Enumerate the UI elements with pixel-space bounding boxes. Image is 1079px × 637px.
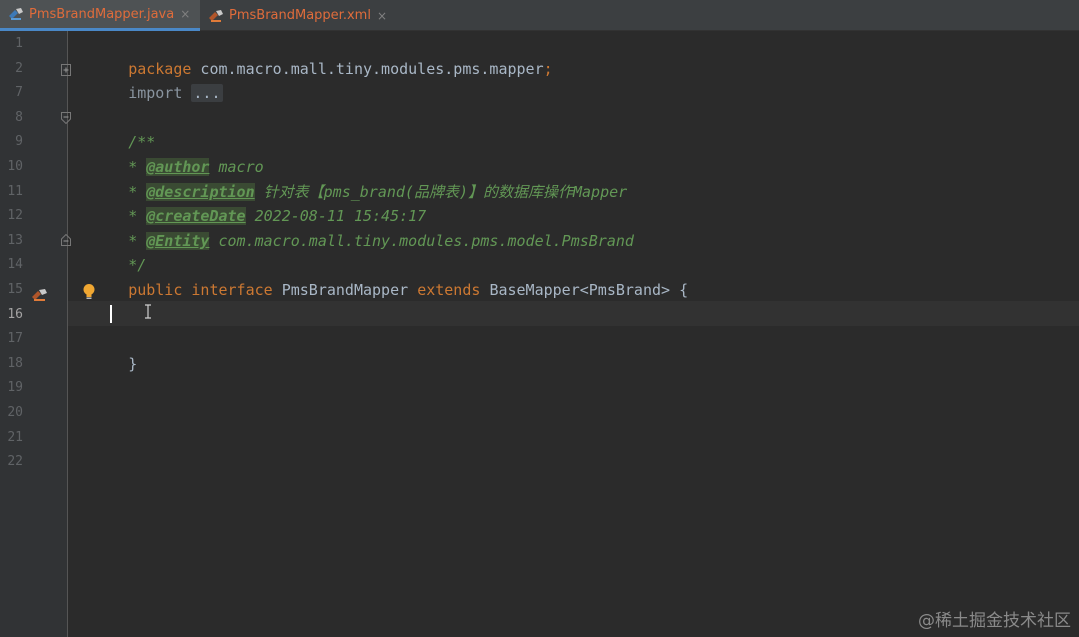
line-number: 19	[7, 380, 23, 396]
code-line-12[interactable]: * @Entity com.macro.mall.tiny.modules.pm…	[74, 204, 634, 250]
folded-imports[interactable]: ...	[191, 84, 223, 103]
code-line-9[interactable]: * @author macro	[74, 130, 264, 176]
ide-window: PmsBrandMapper.java × PmsBrandMapper.xml…	[0, 0, 1079, 637]
text-caret	[110, 305, 112, 323]
line-number: 2	[15, 60, 23, 76]
line-number: 8	[15, 109, 23, 125]
keyword-interface: interface	[191, 280, 273, 299]
current-line-highlight	[68, 301, 1079, 326]
code-line-11[interactable]: * @createDate 2022-08-11 15:45:17	[74, 180, 426, 226]
tab-label: PmsBrandMapper.xml	[229, 8, 371, 23]
close-icon[interactable]: ×	[377, 9, 387, 23]
line-number: 22	[7, 454, 23, 470]
keyword-public: public	[128, 280, 183, 299]
import-keyword: import	[128, 84, 183, 103]
code-line-1[interactable]: package com.macro.mall.tiny.modules.pms.…	[74, 32, 552, 78]
line-number: 9	[15, 134, 23, 150]
tab-label: PmsBrandMapper.java	[29, 6, 175, 22]
package-name: com.macro.mall.tiny.modules.pms.mapper	[191, 59, 544, 78]
line-number: 10	[7, 159, 23, 174]
closing-brace: }	[128, 354, 138, 373]
code-editor[interactable]: package com.macro.mall.tiny.modules.pms.…	[68, 31, 1079, 637]
base-type: BaseMapper<PmsBrand> {	[489, 280, 689, 299]
lightbulb-intention-icon[interactable]	[82, 283, 96, 301]
line-number: 15	[7, 282, 23, 297]
line-number: 12	[7, 208, 23, 224]
doc-tag-entity: @Entity	[146, 231, 210, 250]
line-number: 18	[7, 355, 23, 371]
doc-value: com.macro.mall.tiny.modules.pms.model.Pm…	[209, 231, 634, 250]
tab-pmsbrandmapper-java[interactable]: PmsBrandMapper.java ×	[0, 0, 200, 31]
code-line-13[interactable]: */	[74, 229, 146, 274]
mapper-java-icon	[9, 8, 23, 20]
code-line-17[interactable]: }	[74, 327, 137, 373]
line-number: 17	[7, 331, 23, 347]
editor-tab-bar: PmsBrandMapper.java × PmsBrandMapper.xml…	[0, 0, 1079, 31]
code-line-10[interactable]: * @description 针对表【pms_brand(品牌表)】的数据库操作…	[74, 155, 627, 201]
line-number: 1	[15, 36, 23, 51]
line-number-current: 16	[7, 306, 23, 322]
tab-pmsbrandmapper-xml[interactable]: PmsBrandMapper.xml ×	[200, 0, 396, 31]
watermark: @稀土掘金技术社区	[918, 611, 1071, 631]
line-number-gutter[interactable]: 1 2 7 8 9 10 11 12 13 14 15 16 17 18 19 …	[0, 31, 71, 637]
mouse-ibeam-cursor-icon	[145, 304, 151, 319]
mapper-xml-icon	[209, 9, 223, 22]
code-line-2[interactable]: import ...	[74, 57, 223, 103]
line-number: 14	[7, 257, 23, 273]
line-number: 11	[7, 183, 23, 199]
line-number: 20	[7, 405, 23, 420]
interface-name: PmsBrandMapper	[281, 280, 409, 299]
code-line-8[interactable]: /**	[74, 106, 155, 151]
close-icon[interactable]: ×	[180, 7, 190, 21]
code-line-14[interactable]: public interface PmsBrandMapper extends …	[74, 253, 688, 299]
line-number: 13	[7, 232, 23, 248]
semicolon: ;	[543, 59, 553, 78]
mybatis-mapper-navigate-icon[interactable]	[31, 288, 49, 302]
line-number: 7	[15, 85, 23, 101]
line-number: 21	[7, 429, 23, 445]
keyword-extends: extends	[417, 280, 481, 299]
